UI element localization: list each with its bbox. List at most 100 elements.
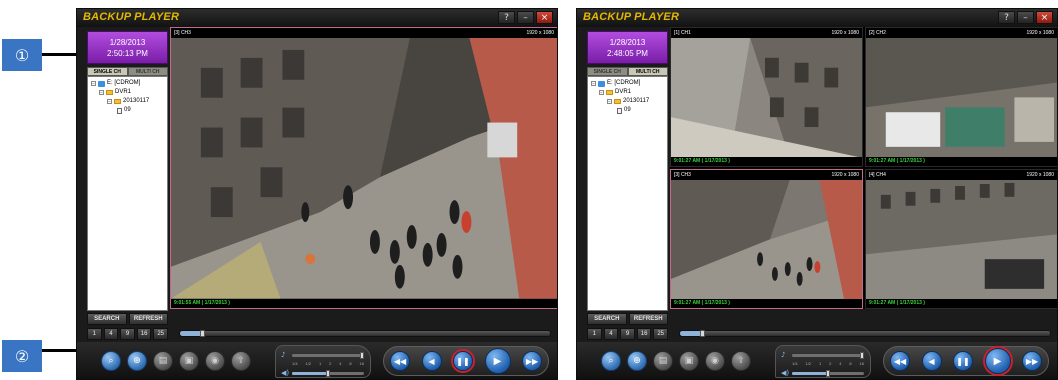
pause-button[interactable]: ❚❚: [953, 351, 973, 371]
tree-node-date[interactable]: − 20130117: [91, 97, 164, 106]
collapse-icon[interactable]: −: [91, 81, 96, 87]
export-icon[interactable]: ⇪: [731, 351, 751, 371]
play-button[interactable]: ▶: [484, 348, 511, 374]
help-button[interactable]: ?: [998, 11, 1015, 24]
control-bar: ⌕ ⊕ ▤ ▣ ◉ ⇪ ♪ 1/4 1/2 1 2 4 8 16 ◀) ◀◀ ◀…: [77, 342, 557, 379]
volume-slider[interactable]: [792, 370, 864, 377]
volume-fill: [292, 372, 328, 375]
refresh-button[interactable]: REFRESH: [128, 313, 168, 325]
fast-forward-button[interactable]: ▶▶: [522, 351, 542, 371]
tree-node-drive[interactable]: − E: [CDROM]: [91, 79, 164, 88]
print-icon[interactable]: ▤: [153, 351, 173, 371]
tree-node-hour[interactable]: 09: [591, 106, 664, 115]
split-16-button[interactable]: 16: [136, 328, 152, 340]
file-tree: − E: [CDROM] − DVR1 − 20130117 09: [87, 76, 168, 311]
speed-slider[interactable]: [292, 352, 364, 359]
tree-node-hour[interactable]: 09: [91, 106, 164, 115]
search-icon[interactable]: ⌕: [101, 351, 121, 371]
video-pane-ch4[interactable]: [4] CH4 1920 x 1080 9:01:27 AM ( 1/17/20…: [865, 169, 1057, 309]
close-button[interactable]: ×: [1036, 11, 1053, 24]
split-4-button[interactable]: 4: [603, 328, 619, 340]
zoom-icon[interactable]: ⊕: [627, 351, 647, 371]
step-back-button[interactable]: ◀: [921, 351, 942, 371]
pane-footer: 9:01:27 AM ( 1/17/2013 ): [671, 157, 862, 166]
collapse-icon[interactable]: −: [591, 81, 596, 87]
zoom-icon[interactable]: ⊕: [127, 351, 147, 371]
folder-icon: [614, 99, 621, 104]
volume-slider[interactable]: [292, 370, 364, 377]
cdrom-icon: [98, 80, 105, 87]
fast-forward-button[interactable]: ▶▶: [1022, 351, 1042, 371]
split-25-button[interactable]: 25: [153, 328, 168, 340]
collapse-icon[interactable]: −: [107, 99, 112, 105]
speed-slider[interactable]: [792, 352, 864, 359]
tick-label: 16: [859, 361, 864, 366]
save-icon[interactable]: ▣: [679, 351, 699, 371]
step-back-icon: ◀: [928, 356, 935, 366]
video-pane-ch3[interactable]: [3] CH3 1920 x 1080 9:01:27 AM ( 1/17/20…: [670, 169, 863, 309]
minimize-button[interactable]: –: [1017, 11, 1034, 24]
tree-node-dvr[interactable]: − DVR1: [91, 88, 164, 97]
camera-icon[interactable]: ◉: [205, 351, 225, 371]
split-16-button[interactable]: 16: [636, 328, 652, 340]
tab-multi-ch[interactable]: MULTI CH: [127, 67, 168, 76]
video-pane-ch1[interactable]: [1] CH1 1920 x 1080 9:01:27 AM ( 1/17/20…: [670, 27, 863, 167]
tab-single-ch[interactable]: SINGLE CH: [87, 67, 128, 76]
search-button[interactable]: SEARCH: [87, 313, 127, 325]
export-icon[interactable]: ⇪: [231, 351, 251, 371]
playback-timeline[interactable]: [679, 330, 1051, 337]
step-back-button[interactable]: ◀: [421, 351, 442, 371]
collapse-icon[interactable]: −: [99, 90, 104, 96]
split-9-button[interactable]: 9: [120, 328, 135, 340]
pane-footer: 9:01:27 AM ( 1/17/2013 ): [671, 299, 862, 308]
tick-label: 16: [359, 361, 364, 366]
collapse-icon[interactable]: −: [607, 99, 612, 105]
pane-header: [3] CH3 1920 x 1080: [671, 170, 862, 180]
split-9-button[interactable]: 9: [620, 328, 635, 340]
video-area: [3] CH3 1920 x 1080 9:01:55 AM (1/17/20…: [170, 27, 557, 309]
split-25-button[interactable]: 25: [653, 328, 668, 340]
split-1-button[interactable]: 1: [87, 328, 102, 340]
timeline-thumb[interactable]: [200, 330, 206, 337]
tick-label: 1/4: [292, 361, 298, 366]
collapse-icon[interactable]: −: [599, 90, 604, 96]
split-4-button[interactable]: 4: [103, 328, 119, 340]
speed-slider-thumb[interactable]: [359, 352, 364, 359]
playback-timeline[interactable]: [179, 330, 551, 337]
volume-slider-thumb[interactable]: [826, 370, 830, 377]
camera-icon[interactable]: ◉: [705, 351, 725, 371]
playback-controls: ◀◀ ◀ ❚❚ ▶ ▶▶: [383, 346, 549, 376]
tab-multi-ch[interactable]: MULTI CH: [627, 67, 668, 76]
rewind-button[interactable]: ◀◀: [390, 351, 410, 371]
channel-label: [4] CH4: [869, 172, 886, 178]
timeline-thumb[interactable]: [700, 330, 706, 337]
video-pane-ch3[interactable]: [3] CH3 1920 x 1080 9:01:55 AM (1/17/20…: [170, 27, 557, 309]
video-pane-ch2[interactable]: [2] CH2 1920 x 1080 9:01:27 AM ( 1/17/20…: [865, 27, 1057, 167]
speed-ticks: 1/4 1/2 1 2 4 8 16: [792, 361, 864, 366]
tree-node-drive[interactable]: − E: [CDROM]: [591, 79, 664, 88]
save-icon[interactable]: ▣: [179, 351, 199, 371]
folder-icon: [106, 90, 113, 95]
volume-slider-thumb[interactable]: [326, 370, 330, 377]
tree-node-date[interactable]: − 20130117: [591, 97, 664, 106]
time-text: 2:48:05 PM: [607, 49, 648, 58]
refresh-button[interactable]: REFRESH: [628, 313, 668, 325]
help-button[interactable]: ?: [498, 11, 515, 24]
pause-button[interactable]: ❚❚: [453, 351, 473, 371]
rewind-button[interactable]: ◀◀: [890, 351, 910, 371]
tree-label: E: [CDROM]: [107, 80, 141, 86]
search-icon[interactable]: ⌕: [601, 351, 621, 371]
split-1-button[interactable]: 1: [587, 328, 602, 340]
callout-2: ②: [2, 340, 42, 372]
close-button[interactable]: ×: [536, 11, 553, 24]
speed-slider-thumb[interactable]: [859, 352, 864, 359]
minimize-button[interactable]: –: [517, 11, 534, 24]
speed-icon: ♪: [281, 351, 286, 359]
channel-label: [3] CH3: [674, 172, 691, 178]
print-icon[interactable]: ▤: [653, 351, 673, 371]
tree-node-dvr[interactable]: − DVR1: [591, 88, 664, 97]
callout-1: ①: [2, 39, 42, 71]
tab-single-ch[interactable]: SINGLE CH: [587, 67, 628, 76]
search-button[interactable]: SEARCH: [587, 313, 627, 325]
play-button[interactable]: ▶: [984, 348, 1011, 374]
